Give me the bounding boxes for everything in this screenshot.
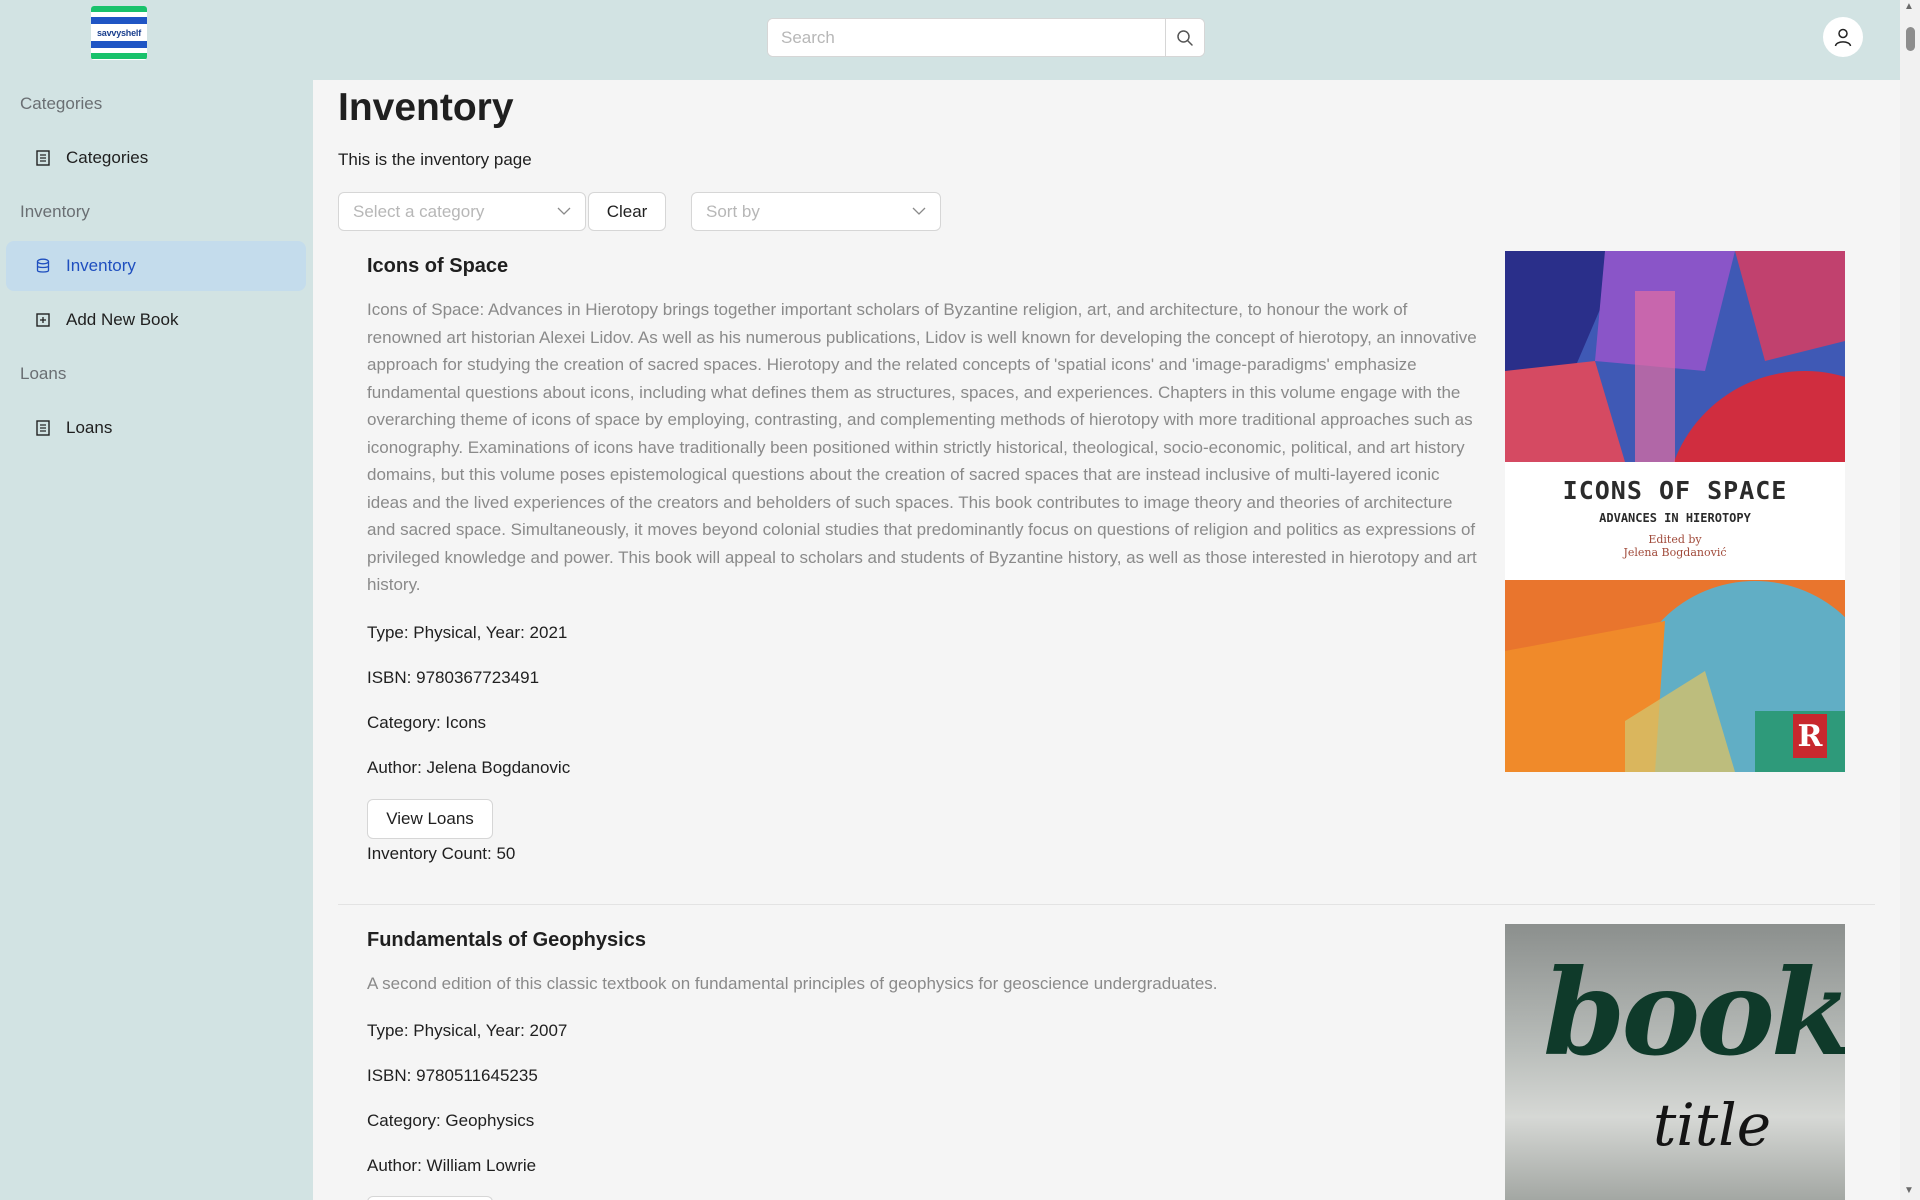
publisher-logo: R — [1793, 714, 1827, 758]
book-description: Icons of Space: Advances in Hierotopy br… — [367, 300, 1477, 594]
book-isbn: ISBN: 9780367723491 — [367, 668, 540, 687]
sidebar-group-loans: Loans — [20, 364, 67, 383]
sidebar-item-inventory[interactable]: Inventory — [6, 241, 306, 291]
search-button[interactable] — [1165, 19, 1204, 56]
book-title: Icons of Space — [367, 255, 509, 277]
cover-editor: Jelena Bogdanović — [1623, 546, 1727, 559]
logo-text: savvyshelf — [96, 28, 142, 38]
plus-square-icon — [35, 312, 51, 328]
chevron-down-icon — [912, 207, 926, 215]
category-select[interactable]: Select a category — [338, 192, 586, 231]
book-divider — [338, 904, 1875, 905]
book-description: A second edition of this classic textboo… — [367, 974, 1218, 993]
sidebar-item-add-new-book[interactable]: Add New Book — [6, 295, 306, 345]
database-icon — [35, 258, 51, 274]
app-logo[interactable]: savvyshelf — [91, 6, 147, 60]
cover-title: ICONS OF SPACE — [1562, 476, 1788, 505]
chevron-down-icon — [557, 207, 571, 215]
book-title: Fundamentals of Geophysics — [367, 929, 646, 951]
cover-edited-by: Edited by — [1648, 533, 1702, 546]
sidebar-item-loans[interactable]: Loans — [6, 403, 306, 453]
page-subtitle: This is the inventory page — [338, 150, 532, 169]
list-icon — [35, 420, 51, 436]
search-input[interactable] — [768, 19, 1165, 56]
book-type-year: Type: Physical, Year: 2007 — [367, 1021, 568, 1040]
sidebar-item-label: Inventory — [66, 256, 136, 275]
scroll-up-arrow-icon[interactable]: ▲ — [1904, 2, 1914, 12]
sidebar-item-label: Add New Book — [66, 310, 179, 329]
scrollbar-thumb[interactable] — [1906, 27, 1915, 51]
logo-blue-bar — [91, 17, 147, 24]
book-type-year: Type: Physical, Year: 2021 — [367, 623, 568, 642]
sidebar-item-label: Loans — [66, 418, 113, 437]
search-box — [767, 18, 1205, 57]
book-cover-image: book title — [1505, 924, 1845, 1200]
book-author: Author: Jelena Bogdanovic — [367, 758, 571, 777]
cover-title-band: ICONS OF SPACE ADVANCES IN HIEROTOPY Edi… — [1505, 462, 1845, 580]
user-avatar-button[interactable] — [1823, 17, 1863, 57]
logo-green-bar — [91, 6, 147, 12]
sidebar-group-categories: Categories — [20, 94, 103, 113]
book-isbn: ISBN: 9780511645235 — [367, 1066, 538, 1085]
sidebar: Categories Categories Inventory Inventor… — [0, 80, 313, 1200]
category-select-placeholder: Select a category — [353, 201, 485, 221]
clear-button[interactable]: Clear — [588, 192, 666, 231]
sort-select-placeholder: Sort by — [706, 201, 760, 221]
logo-green-bar — [91, 53, 147, 59]
page-scrollbar[interactable] — [1900, 0, 1920, 1200]
sidebar-item-label: Categories — [66, 148, 149, 167]
search-icon — [1177, 29, 1193, 46]
sort-select[interactable]: Sort by — [691, 192, 941, 231]
cover-subtitle: ADVANCES IN HIEROTOPY — [1599, 511, 1751, 525]
cover-word-book: book — [1543, 943, 1845, 1082]
book-inventory-count: Inventory Count: 50 — [367, 844, 516, 863]
list-icon — [35, 150, 51, 166]
sidebar-item-categories[interactable]: Categories — [6, 133, 306, 183]
book-author: Author: William Lowrie — [367, 1156, 537, 1175]
sidebar-group-inventory: Inventory — [20, 202, 90, 221]
main-content: Inventory This is the inventory page Sel… — [313, 80, 1900, 1200]
view-loans-button-partial[interactable] — [367, 1196, 493, 1200]
book-cover-image: ICONS OF SPACE ADVANCES IN HIEROTOPY Edi… — [1505, 251, 1845, 772]
view-loans-button[interactable]: View Loans — [367, 799, 493, 839]
page-title: Inventory — [338, 86, 514, 129]
book-category: Category: Icons — [367, 713, 487, 732]
user-icon — [1834, 28, 1852, 47]
logo-blue-bar — [91, 41, 147, 48]
top-header: savvyshelf — [0, 0, 1900, 80]
book-category: Category: Geophysics — [367, 1111, 535, 1130]
scroll-down-arrow-icon[interactable]: ▼ — [1904, 1186, 1914, 1196]
cover-word-title: title — [1653, 1091, 1772, 1159]
